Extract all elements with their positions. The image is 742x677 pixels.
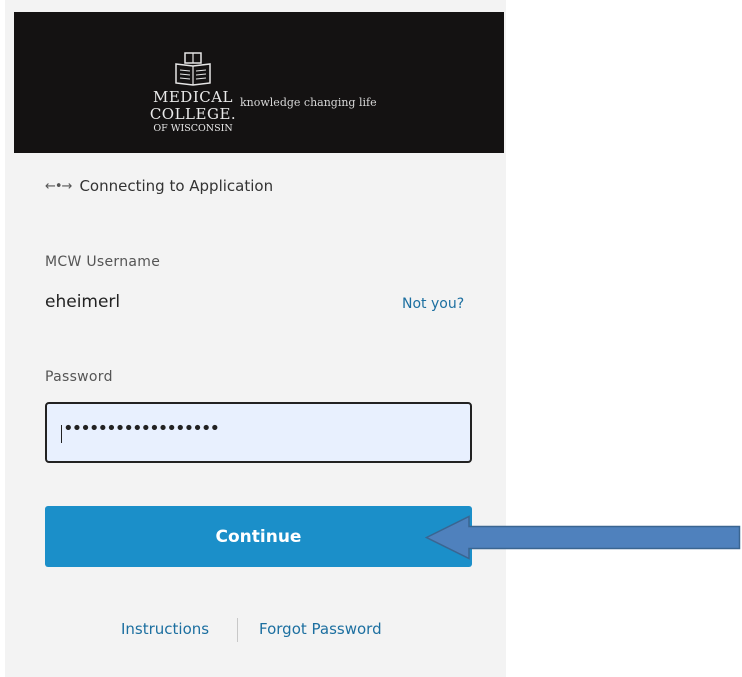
not-you-link[interactable]: Not you? xyxy=(402,296,464,312)
brand-header: MEDICAL COLLEGE. OF WISCONSIN knowledge … xyxy=(14,12,504,153)
tagline: knowledge changing life xyxy=(240,96,377,109)
exchange-arrows-icon: ←•→ xyxy=(45,178,72,194)
continue-button[interactable]: Continue xyxy=(45,506,472,567)
instructions-link[interactable]: Instructions xyxy=(121,620,209,638)
password-masked-value: •••••••••••••••••• xyxy=(63,418,220,439)
password-label: Password xyxy=(45,369,113,385)
forgot-password-link[interactable]: Forgot Password xyxy=(259,620,382,638)
text-caret xyxy=(61,425,62,443)
username-value: eheimerl xyxy=(45,292,121,312)
book-logo-icon xyxy=(175,52,211,86)
logo-line-wisconsin: OF WISCONSIN xyxy=(153,123,233,134)
footer-separator xyxy=(237,618,238,642)
logo-line-college: COLLEGE. xyxy=(149,105,237,123)
annotation-arrow-icon xyxy=(425,515,741,560)
connecting-status: ←•→ Connecting to Application xyxy=(45,175,273,197)
password-field[interactable]: •••••••••••••••••• xyxy=(45,402,472,463)
username-label: MCW Username xyxy=(45,254,161,270)
connecting-label: Connecting to Application xyxy=(79,177,274,195)
